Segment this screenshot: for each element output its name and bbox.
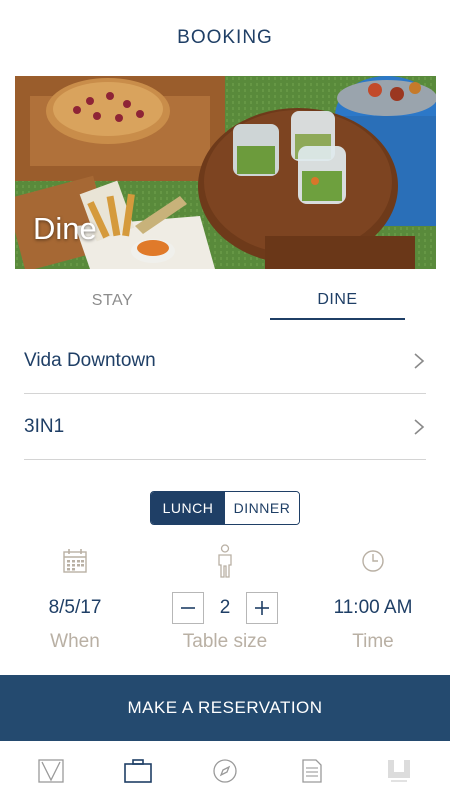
time-value: 11:00 AM: [333, 597, 413, 618]
tabbar-item-explore[interactable]: [195, 741, 255, 800]
chevron-right-icon: [414, 418, 425, 435]
table-size-stepper: 2: [150, 592, 300, 624]
tabbar-item-notes[interactable]: [282, 741, 342, 800]
lunch-button[interactable]: LUNCH: [151, 492, 225, 524]
decrement-button[interactable]: [172, 592, 204, 624]
tab-stay[interactable]: STAY: [45, 282, 180, 320]
compass-icon: [213, 758, 237, 783]
person-icon: [218, 544, 232, 578]
date-picker[interactable]: 8/5/17 When: [0, 543, 150, 653]
location-label: Vida Downtown: [24, 349, 156, 371]
time-label: Time: [352, 631, 394, 652]
date-label: When: [50, 631, 100, 652]
hero-image: Dine: [15, 76, 436, 269]
dinner-button[interactable]: DINNER: [225, 492, 299, 524]
restaurant-label: 3IN1: [24, 415, 65, 437]
bottom-tab-bar: [0, 741, 450, 800]
make-reservation-button[interactable]: MAKE A RESERVATION: [0, 675, 450, 741]
table-size-label: Table size: [182, 631, 268, 652]
date-value: 8/5/17: [48, 597, 102, 618]
plus-icon: [255, 601, 269, 615]
chevron-right-icon: [414, 352, 425, 369]
location-row[interactable]: Vida Downtown: [24, 328, 426, 394]
tabbar-item-home[interactable]: [21, 741, 81, 800]
vida-logo-icon: [38, 758, 65, 783]
document-icon: [302, 758, 322, 783]
hero-caption: Dine: [33, 211, 97, 246]
meal-toggle: LUNCH DINNER: [150, 491, 300, 525]
time-picker[interactable]: 11:00 AM Time: [298, 543, 448, 653]
calendar-icon: [63, 549, 87, 573]
restaurant-row[interactable]: 3IN1: [24, 394, 426, 460]
tabbar-item-brand[interactable]: [369, 741, 429, 800]
header: BOOKING: [0, 0, 450, 76]
tab-dine[interactable]: DINE: [270, 282, 405, 320]
increment-button[interactable]: [246, 592, 278, 624]
booking-type-tabs: STAY DINE: [0, 282, 450, 320]
table-size-picker: 2 Table size: [150, 543, 300, 653]
briefcase-icon: [124, 758, 152, 783]
brand-logo-icon: [387, 759, 410, 782]
page-title: BOOKING: [177, 27, 273, 48]
tabbar-item-booking[interactable]: [108, 741, 168, 800]
clock-icon: [362, 550, 384, 572]
table-size-value: 2: [219, 597, 231, 618]
minus-icon: [181, 607, 195, 609]
